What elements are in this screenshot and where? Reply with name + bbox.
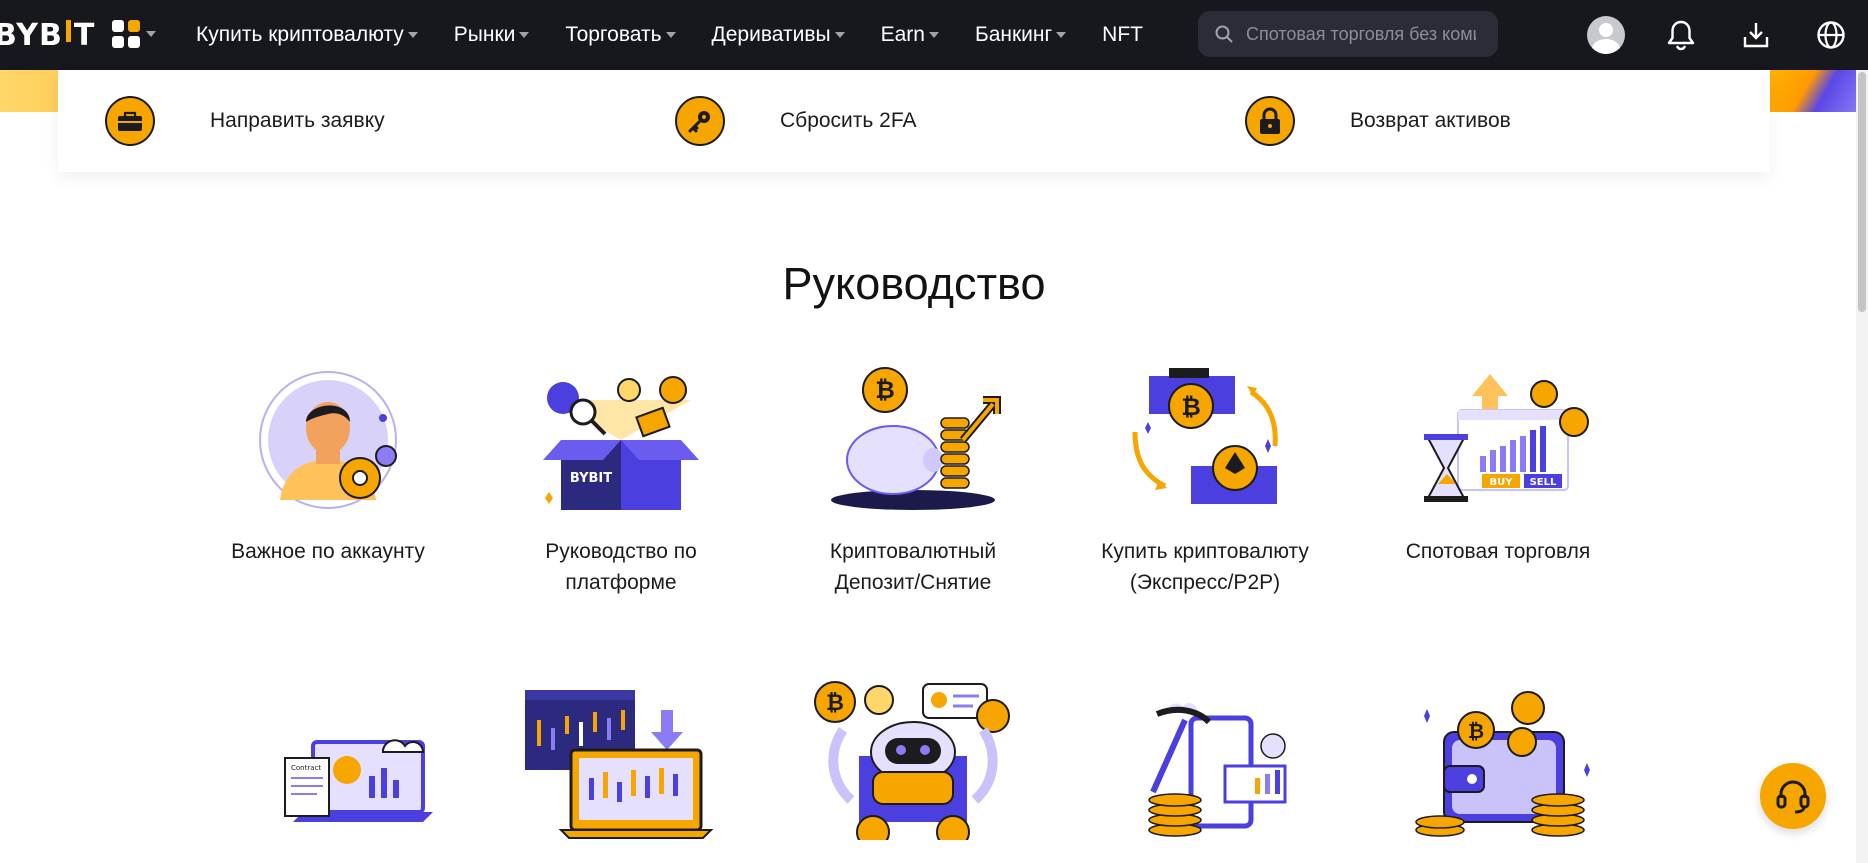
top-navigation-bar: BYB T Купить криптовалюту Рынки Торговать… (0, 0, 1868, 70)
nav-derivatives[interactable]: Деривативы (712, 23, 845, 47)
support-chat-button[interactable] (1760, 763, 1826, 829)
language-button[interactable] (1793, 0, 1868, 70)
nav-trade[interactable]: Торговать (565, 23, 676, 47)
quick-link-asset-recovery[interactable]: Возврат активов (1198, 70, 1768, 172)
quick-links-panel: Направить заявку Сбросить 2FA Возврат ак… (58, 70, 1770, 172)
quick-link-submit-request[interactable]: Направить заявку (58, 70, 628, 172)
box-brand-text: BYBIT (570, 471, 612, 486)
guide-card-label: Купить криптовалюту (Экспресс/P2P) (1101, 540, 1309, 594)
guide-card-label: Важное по аккаунту (231, 540, 425, 563)
svg-text:₿: ₿ (1468, 719, 1484, 743)
bell-icon (1667, 20, 1694, 51)
nav-markets[interactable]: Рынки (454, 23, 530, 47)
account-button[interactable] (1568, 0, 1643, 70)
trading-bot-illustration: ₿ (813, 680, 1013, 849)
spot-trading-illustration: BUY SELL (1398, 360, 1598, 520)
download-icon (1743, 23, 1768, 48)
nav-buy-crypto[interactable]: Купить криптовалюту (196, 23, 418, 47)
guide-card-row2-1[interactable]: Contract (238, 680, 468, 856)
chevron-down-icon (1056, 32, 1067, 38)
guide-card-deposit[interactable]: ₿ Криптовалютный Депозит/Снятие (798, 360, 1028, 598)
open-box-illustration: BYBIT (521, 360, 721, 520)
scrollbar-thumb[interactable] (1858, 72, 1866, 312)
sell-text: SELL (1530, 477, 1557, 488)
guide-card-account[interactable]: Важное по аккаунту (213, 360, 443, 567)
main-nav: Купить криптовалюту Рынки Торговать Дери… (196, 0, 1179, 70)
headset-icon (1776, 780, 1810, 814)
bybit-logo[interactable]: BYB T (0, 0, 95, 70)
guide-card-row2-2[interactable] (506, 680, 736, 856)
header-actions (1568, 0, 1868, 70)
chevron-down-icon (519, 32, 530, 38)
contract-text: Contract (291, 764, 321, 772)
nav-earn[interactable]: Earn (881, 23, 939, 47)
wallet-illustration: ₿ (1398, 680, 1598, 840)
chevron-down-icon (146, 31, 156, 37)
guide-card-buy-crypto[interactable]: ₿ Купить криптовалюту (Экспресс/P2P) (1090, 360, 1320, 598)
chevron-down-icon (834, 32, 845, 38)
guide-card-platform[interactable]: BYBIT Руководство по платформе (506, 360, 736, 598)
contract-laptop-illustration: Contract (253, 680, 453, 840)
chevron-down-icon (928, 32, 939, 38)
account-illustration (228, 360, 428, 520)
crypto-exchange-illustration: ₿ (1105, 360, 1305, 520)
notifications-button[interactable] (1643, 0, 1718, 70)
briefcase-icon (105, 96, 155, 146)
lock-icon (1245, 96, 1295, 146)
svg-text:₿: ₿ (875, 376, 895, 404)
nav-banking[interactable]: Банкинг (975, 23, 1067, 47)
buy-text: BUY (1490, 477, 1514, 488)
guide-card-spot-trading[interactable]: BUY SELL Спотовая торговля (1383, 360, 1613, 567)
key-icon (675, 96, 725, 146)
chevron-down-icon (665, 32, 676, 38)
banner-decoration-right (1770, 70, 1860, 112)
mining-phone-illustration (1105, 680, 1305, 840)
globe-icon (1816, 21, 1845, 49)
apps-grid-icon (112, 20, 140, 48)
charts-laptop-illustration (521, 680, 721, 840)
banner-decoration-left (0, 70, 60, 112)
guide-card-row2-3[interactable]: ₿ (798, 680, 1028, 856)
svg-text:₿: ₿ (1181, 393, 1201, 421)
guide-card-row2-5[interactable]: ₿ (1383, 680, 1613, 856)
piggy-bank-illustration: ₿ (813, 360, 1013, 520)
svg-text:₿: ₿ (826, 691, 844, 716)
search-box[interactable] (1198, 11, 1498, 57)
apps-menu-button[interactable] (112, 20, 156, 48)
nav-nft[interactable]: NFT (1102, 23, 1143, 47)
search-input[interactable] (1246, 23, 1476, 45)
guide-card-label: Спотовая торговля (1405, 540, 1591, 563)
guide-card-label: Руководство по платформе (545, 540, 697, 594)
guide-section-title: Руководство (782, 258, 1046, 309)
search-icon (1215, 25, 1233, 43)
avatar (1586, 16, 1625, 54)
chevron-down-icon (407, 32, 418, 38)
guide-card-row2-4[interactable] (1090, 680, 1320, 856)
download-button[interactable] (1718, 0, 1793, 70)
quick-link-reset-2fa[interactable]: Сбросить 2FA (628, 70, 1198, 172)
guide-card-label: Криптовалютный Депозит/Снятие (829, 540, 997, 594)
